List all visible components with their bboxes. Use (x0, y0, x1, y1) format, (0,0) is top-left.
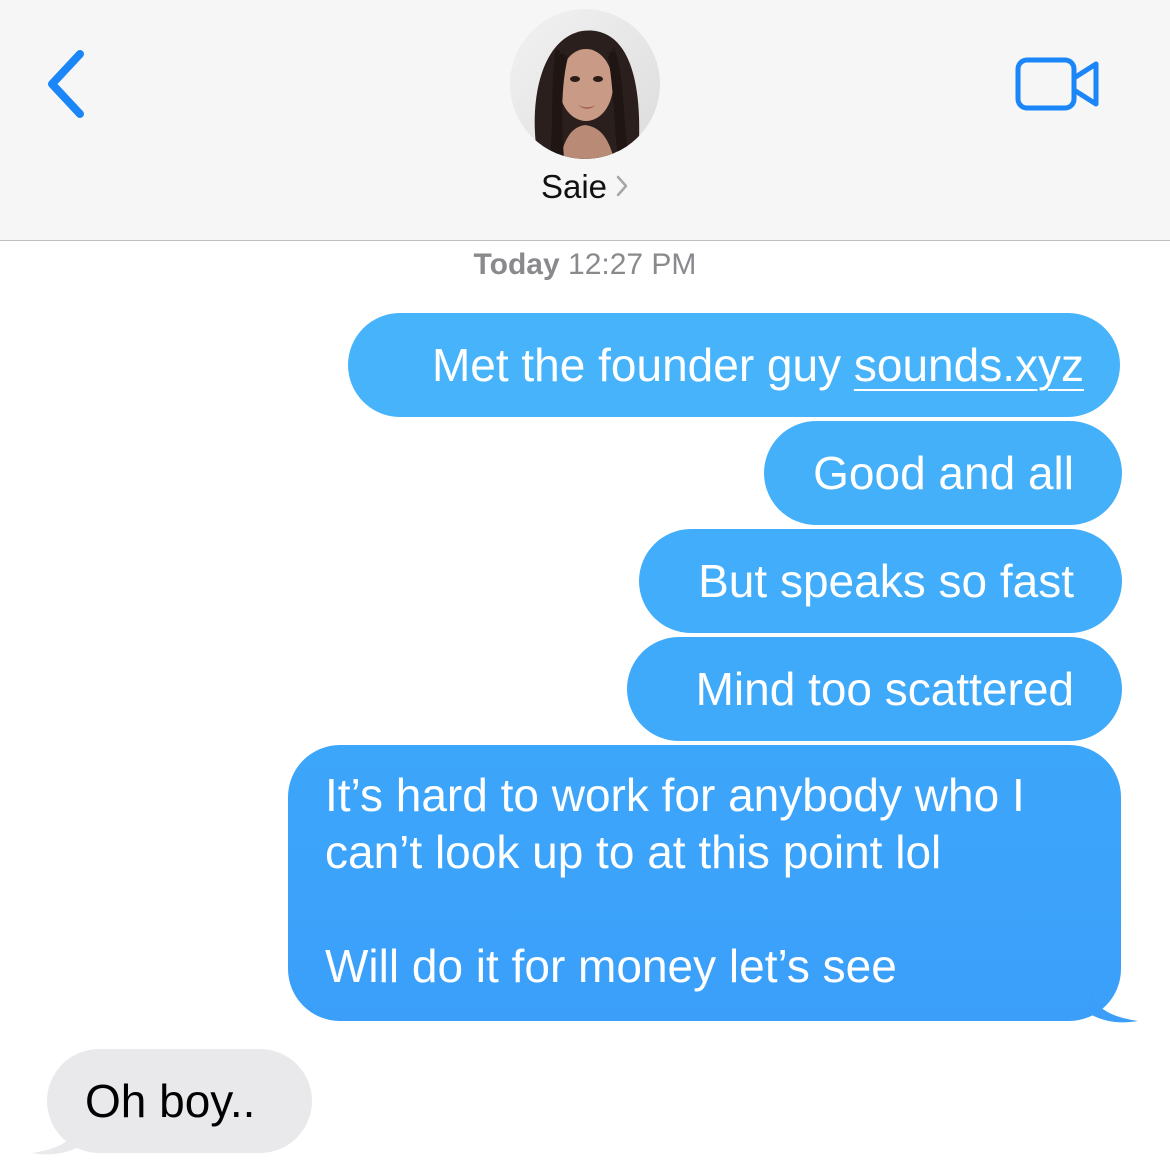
message-link[interactable]: sounds.xyz (854, 339, 1084, 391)
sent-message-bubble[interactable]: Good and all (764, 421, 1122, 525)
chevron-left-icon (48, 50, 84, 118)
sent-bubble-tail (1090, 990, 1138, 1023)
video-camera-icon (1015, 57, 1099, 111)
timestamp-day: Today (473, 248, 560, 281)
facetime-video-button[interactable] (1014, 56, 1102, 112)
message-text: Met the founder guy (431, 339, 854, 391)
message-timestamp: Today 12:27 PM (0, 248, 1170, 282)
message-text: Mind too scattered (695, 663, 1074, 715)
contact-name-button[interactable]: Saie (0, 168, 1170, 208)
chevron-right-icon (615, 168, 629, 206)
sent-message-bubble[interactable]: It’s hard to work for anybody who I can’… (288, 745, 1121, 1021)
imessage-conversation: Saie Today 12:27 PM Met the founder guy … (0, 0, 1170, 1167)
sent-message-bubble[interactable]: But speaks so fast (639, 529, 1122, 633)
avatar-photo (510, 9, 660, 159)
sent-message-bubble[interactable]: Met the founder guy sounds.xyz (348, 313, 1120, 417)
received-message-bubble[interactable]: Oh boy.. (47, 1049, 312, 1153)
timestamp-time: 12:27 PM (568, 248, 697, 281)
message-paragraph: It’s hard to work for anybody who I can’… (325, 769, 1025, 878)
message-text: Good and all (813, 447, 1074, 499)
contact-name: Saie (540, 168, 608, 205)
received-bubble-tail (32, 1120, 80, 1155)
contact-avatar[interactable] (510, 9, 660, 159)
conversation-header: Saie (0, 0, 1170, 241)
message-paragraph: Will do it for money let’s see (325, 940, 897, 992)
back-button[interactable] (36, 44, 100, 124)
message-text: But speaks so fast (698, 555, 1074, 607)
sent-message-bubble[interactable]: Mind too scattered (627, 637, 1122, 741)
message-text: Oh boy.. (85, 1075, 256, 1127)
